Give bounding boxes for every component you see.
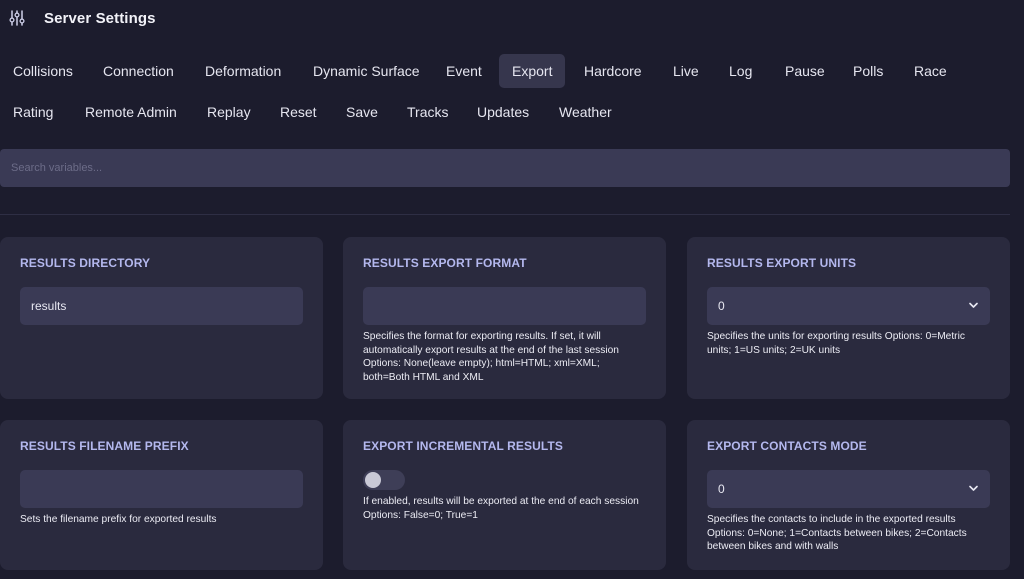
tab-log[interactable]: Log	[716, 54, 765, 88]
field-value: results	[31, 299, 67, 313]
setting-title: EXPORT INCREMENTAL RESULTS	[363, 439, 563, 453]
setting-card-results-directory: RESULTS DIRECTORY results	[0, 237, 323, 399]
setting-title: RESULTS EXPORT UNITS	[707, 256, 857, 270]
setting-description: Specifies the format for exporting resul…	[363, 331, 619, 383]
tab-tracks[interactable]: Tracks	[394, 95, 461, 129]
tab-live[interactable]: Live	[660, 54, 712, 88]
setting-card-results-export-units: RESULTS EXPORT UNITS 0 Specifies the uni…	[687, 237, 1010, 399]
setting-card-results-export-format: RESULTS EXPORT FORMAT Specifies the form…	[343, 237, 666, 399]
setting-description: Specifies the units for exporting result…	[707, 331, 965, 356]
results-export-format-field[interactable]	[374, 287, 635, 325]
tab-event[interactable]: Event	[433, 54, 495, 88]
setting-description: Specifies the contacts to include in the…	[707, 514, 967, 552]
results-filename-prefix-field[interactable]	[31, 470, 292, 508]
tab-collisions[interactable]: Collisions	[0, 54, 86, 88]
search-bar	[0, 149, 1010, 187]
tab-weather[interactable]: Weather	[546, 95, 625, 129]
select-value: 0	[718, 299, 725, 313]
search-input[interactable]	[0, 149, 1010, 187]
setting-title: RESULTS EXPORT FORMAT	[363, 256, 527, 270]
results-export-format-input[interactable]	[363, 287, 646, 325]
tab-deformation[interactable]: Deformation	[192, 54, 294, 88]
setting-card-export-contacts-mode: EXPORT CONTACTS MODE 0 Specifies the con…	[687, 420, 1010, 570]
tab-dynamic-surface[interactable]: Dynamic Surface	[300, 54, 433, 88]
toggle-knob	[365, 472, 381, 488]
setting-card-results-filename-prefix: RESULTS FILENAME PREFIX Sets the filenam…	[0, 420, 323, 570]
setting-title: RESULTS FILENAME PREFIX	[20, 439, 189, 453]
divider	[0, 214, 1010, 215]
setting-title: EXPORT CONTACTS MODE	[707, 439, 867, 453]
setting-description: If enabled, results will be exported at …	[363, 496, 639, 521]
chevron-down-icon	[969, 485, 978, 491]
export-incremental-results-toggle[interactable]	[363, 470, 405, 490]
chevron-down-icon	[969, 302, 978, 308]
setting-title: RESULTS DIRECTORY	[20, 256, 151, 270]
tab-save[interactable]: Save	[333, 95, 391, 129]
tab-updates[interactable]: Updates	[464, 95, 542, 129]
tab-export[interactable]: Export	[499, 54, 566, 88]
results-export-units-select[interactable]: 0	[707, 287, 990, 325]
setting-description: Sets the filename prefix for exported re…	[20, 514, 217, 525]
tab-remote-admin[interactable]: Remote Admin	[72, 95, 190, 129]
tab-rating[interactable]: Rating	[0, 95, 66, 129]
tab-polls[interactable]: Polls	[840, 54, 896, 88]
setting-card-export-incremental-results: EXPORT INCREMENTAL RESULTS If enabled, r…	[343, 420, 666, 570]
tab-hardcore[interactable]: Hardcore	[571, 54, 655, 88]
tab-reset[interactable]: Reset	[267, 95, 330, 129]
results-directory-input[interactable]: results	[20, 287, 303, 325]
results-filename-prefix-input[interactable]	[20, 470, 303, 508]
select-value: 0	[718, 482, 725, 496]
tab-pause[interactable]: Pause	[772, 54, 838, 88]
sliders-icon	[9, 10, 25, 26]
tab-replay[interactable]: Replay	[194, 95, 264, 129]
export-contacts-mode-select[interactable]: 0	[707, 470, 990, 508]
tab-connection[interactable]: Connection	[90, 54, 187, 88]
page-title: Server Settings	[44, 10, 156, 27]
app-header: Server Settings	[0, 0, 1024, 38]
tab-race[interactable]: Race	[901, 54, 960, 88]
